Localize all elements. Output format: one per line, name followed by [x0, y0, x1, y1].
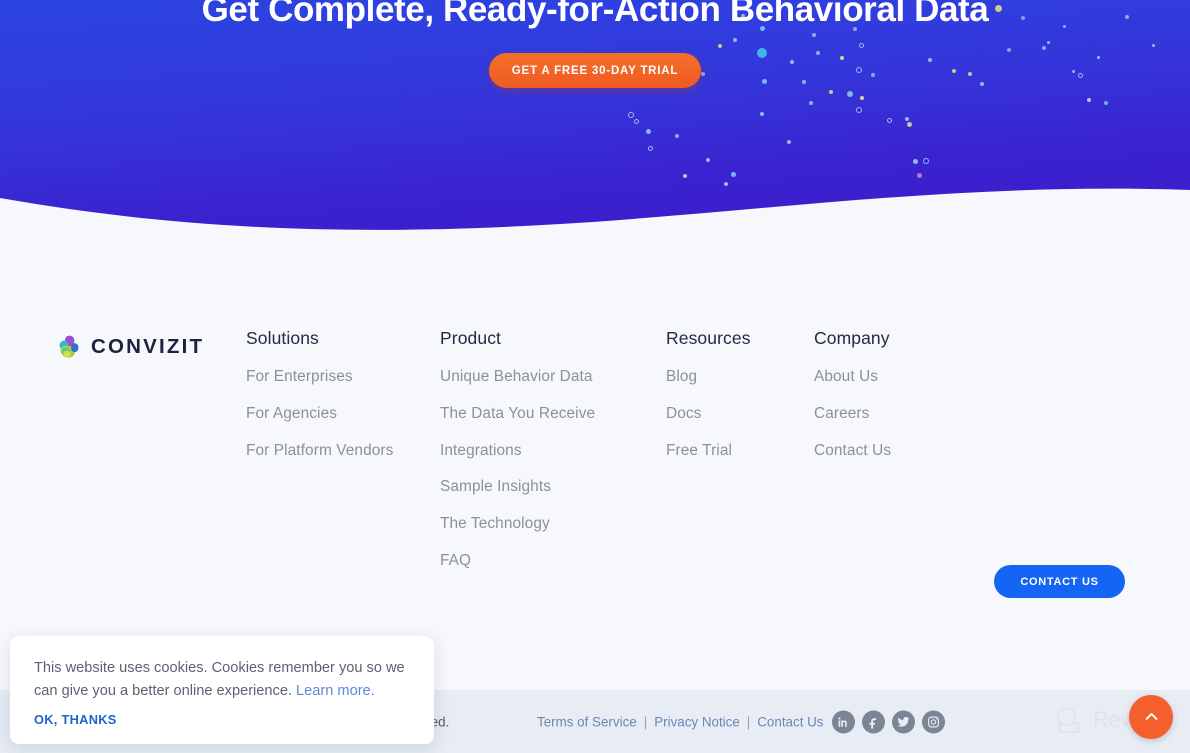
column-title-product: Product — [440, 328, 502, 348]
particle-dot — [952, 69, 956, 73]
particle-dot — [1087, 98, 1091, 102]
facebook-icon[interactable] — [862, 710, 885, 733]
particle-dot — [980, 82, 984, 86]
particle-dot — [905, 117, 909, 121]
particle-dot — [1042, 46, 1046, 50]
footer-link-for-agencies[interactable]: For Agencies — [246, 404, 440, 423]
footer-link-contact-us[interactable]: Contact Us — [814, 441, 994, 460]
particle-ring — [648, 146, 653, 151]
particle-dot — [1097, 56, 1100, 59]
site-footer: CONVIZIT Solutions For Enterprises For A… — [0, 232, 1190, 690]
social-links — [832, 710, 945, 733]
convizit-logo-icon — [59, 335, 79, 358]
chevron-up-icon — [1145, 712, 1157, 720]
particle-ring — [856, 107, 862, 113]
footer-link-integrations[interactable]: Integrations — [440, 441, 666, 460]
footer-link-blog[interactable]: Blog — [666, 367, 814, 386]
footer-link-docs[interactable]: Docs — [666, 404, 814, 423]
particle-ring — [1078, 73, 1083, 78]
particle-dot — [760, 112, 764, 116]
column-title-resources: Resources — [666, 328, 751, 348]
cookie-accept-button[interactable]: OK, THANKS — [34, 712, 117, 727]
linkedin-icon[interactable] — [832, 710, 855, 733]
legal-separator: | — [746, 714, 751, 729]
cookie-learn-more-link[interactable]: Learn more. — [296, 683, 375, 699]
hero-section: Get Complete, Ready-for-Action Behaviora… — [0, 0, 1190, 232]
particle-dot — [787, 140, 791, 144]
particle-ring — [856, 67, 862, 73]
instagram-icon[interactable] — [922, 710, 945, 733]
legal-link-privacy-notice[interactable]: Privacy Notice — [654, 714, 740, 729]
particle-dot — [757, 48, 767, 58]
footer-link-for-enterprises[interactable]: For Enterprises — [246, 367, 440, 386]
particle-dot — [733, 38, 737, 42]
particle-dot — [809, 101, 813, 105]
column-title-company: Company — [814, 328, 890, 348]
particle-dot — [718, 44, 722, 48]
legal-link-contact-us[interactable]: Contact Us — [757, 714, 823, 729]
footer-column-resources: Resources Blog Docs Free Trial — [666, 328, 814, 460]
particle-dot — [802, 80, 806, 84]
particle-dot — [1072, 70, 1075, 73]
particle-dot — [1152, 44, 1155, 47]
particle-ring — [634, 119, 639, 124]
particle-ring — [628, 112, 634, 118]
particle-dot — [790, 60, 794, 64]
footer-logo[interactable]: CONVIZIT — [56, 328, 246, 360]
particle-ring — [887, 118, 892, 123]
footer-link-for-platform-vendors[interactable]: For Platform Vendors — [246, 441, 440, 460]
particle-dot — [840, 56, 844, 60]
footer-link-careers[interactable]: Careers — [814, 404, 994, 423]
footer-column-company: Company About Us Careers Contact Us — [814, 328, 994, 460]
footer-link-the-technology[interactable]: The Technology — [440, 514, 666, 533]
particle-dot — [928, 58, 932, 62]
particle-dot — [816, 51, 820, 55]
footer-link-free-trial[interactable]: Free Trial — [666, 441, 814, 460]
particle-dot — [1007, 48, 1011, 52]
particle-dot — [762, 79, 767, 84]
brand-name: CONVIZIT — [91, 335, 205, 358]
footer-column-product: Product Unique Behavior Data The Data Yo… — [440, 328, 666, 570]
particle-dot — [860, 96, 864, 100]
particle-dot — [847, 91, 853, 97]
footer-link-unique-behavior-data[interactable]: Unique Behavior Data — [440, 367, 666, 386]
free-trial-button[interactable]: GET A FREE 30-DAY TRIAL — [489, 53, 701, 88]
particle-dot — [907, 122, 912, 127]
column-title-solutions: Solutions — [246, 328, 319, 348]
particle-dot — [701, 72, 705, 76]
legal-separator: | — [643, 714, 648, 729]
footer-column-solutions: Solutions For Enterprises For Agencies F… — [246, 328, 440, 460]
particle-dot — [646, 129, 651, 134]
particle-dot — [871, 73, 875, 77]
footer-columns: CONVIZIT Solutions For Enterprises For A… — [56, 328, 1136, 570]
footer-link-faq[interactable]: FAQ — [440, 551, 666, 570]
particle-dot — [812, 33, 816, 37]
particle-ring — [859, 43, 864, 48]
wave-divider — [0, 188, 1190, 232]
scroll-to-top-button[interactable] — [1129, 695, 1173, 739]
hero-title: Get Complete, Ready-for-Action Behaviora… — [201, 0, 989, 29]
cookie-message: This website uses cookies. Cookies remem… — [34, 657, 410, 703]
particle-dot — [675, 134, 679, 138]
particle-dot — [1047, 41, 1050, 44]
cookie-consent-banner: This website uses cookies. Cookies remem… — [10, 636, 434, 744]
contact-us-button[interactable]: CONTACT US — [994, 565, 1125, 598]
twitter-icon[interactable] — [892, 710, 915, 733]
particle-dot — [968, 72, 972, 76]
particle-dot — [1104, 101, 1108, 105]
footer-link-the-data-you-receive[interactable]: The Data You Receive — [440, 404, 666, 423]
particle-dot — [706, 158, 710, 162]
legal-links: Terms of Service | Privacy Notice | Cont… — [537, 714, 824, 729]
legal-link-terms-of-service[interactable]: Terms of Service — [537, 714, 637, 729]
particle-dot — [829, 90, 833, 94]
footer-link-about-us[interactable]: About Us — [814, 367, 994, 386]
footer-link-sample-insights[interactable]: Sample Insights — [440, 477, 666, 496]
